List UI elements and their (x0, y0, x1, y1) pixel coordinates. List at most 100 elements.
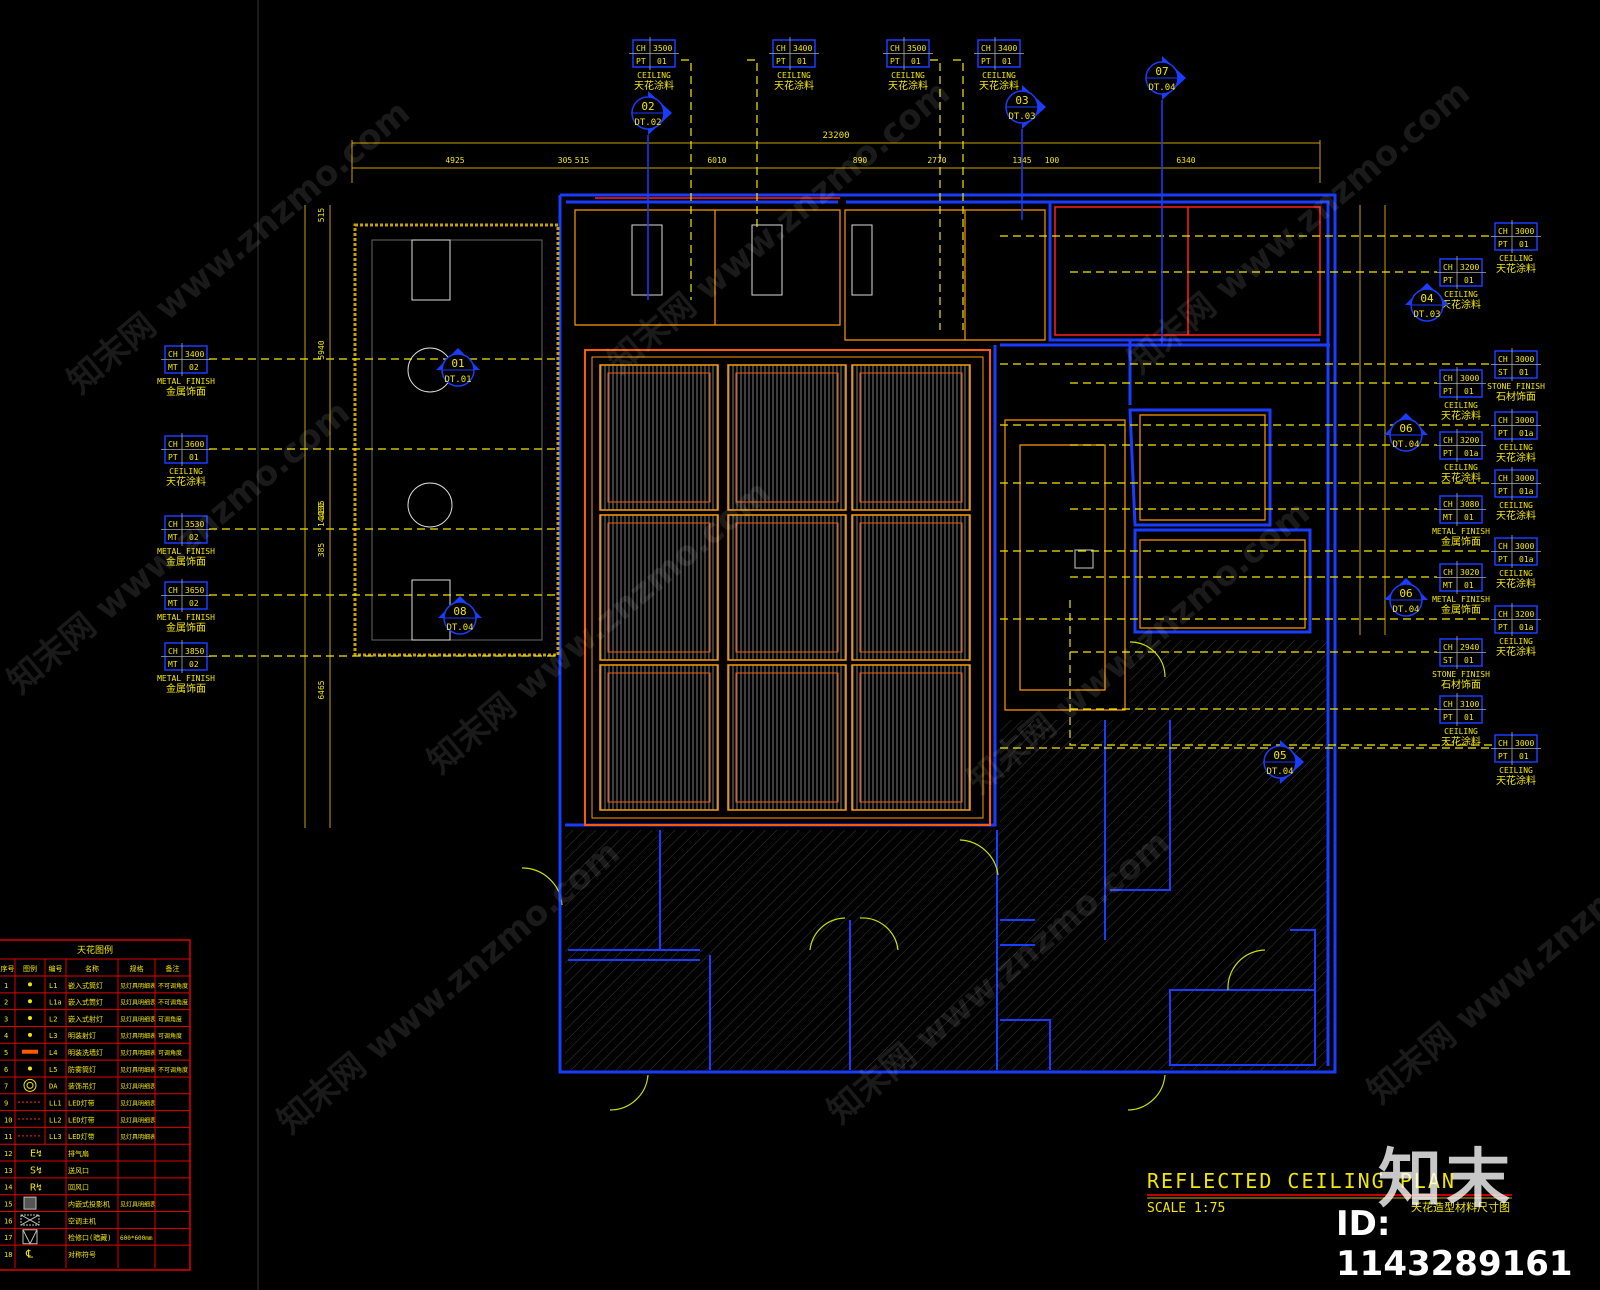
legend-note: 不可调角度 (158, 1066, 188, 1074)
dimension-text: 6340 (1176, 156, 1195, 165)
material-number: 01 (911, 57, 921, 66)
section-number: 06 (1399, 587, 1412, 600)
legend-number: 7 (4, 1083, 8, 1091)
finish-label-cn: 石材饰面 (1496, 390, 1536, 403)
section-marker: 07 DT.04 (1145, 56, 1186, 100)
legend-number: 14 (4, 1184, 12, 1192)
material-number: 01 (1464, 656, 1474, 665)
ceiling-height: 3850 (185, 647, 204, 656)
ceiling-legend-table: 天花图例序号 图例 编号 名称 规格 备注1 L1 嵌入式筒灯 见灯具明细表 不可调角度2 L1a 嵌… (0, 939, 191, 1271)
legend-row: 9 LL1 LED灯带 见灯具明细表 (0, 1093, 190, 1108)
tag-code-label: CH (1498, 355, 1508, 364)
downlight-icon (28, 1032, 32, 1037)
ceiling-tag: CH 3000 ST 01 STONE FINISH石材饰面 (1487, 348, 1545, 403)
tag-code-label: CH (636, 44, 646, 53)
symmetry-icon: ℄ (25, 1248, 33, 1261)
legend-spec: 见灯具明细表 (120, 982, 156, 990)
legend-number: 18 (4, 1251, 12, 1259)
ceiling-tag: CH 3000 PT 01a CEILING天花涂料 (1491, 535, 1541, 590)
material-number: 01 (1464, 276, 1474, 285)
ceiling-panel (599, 664, 719, 811)
legend-number: 6 (4, 1066, 8, 1074)
finish-label-en: STONE FINISH (1432, 670, 1490, 679)
ceiling-height: 3200 (1460, 263, 1479, 272)
material-code: PT (1443, 449, 1453, 458)
finish-label-en: METAL FINISH (157, 674, 215, 683)
air-vent-icon: E↯ (30, 1149, 42, 1160)
dimension-text: 5940 (317, 340, 326, 359)
finish-label-cn: 天花涂料 (1441, 471, 1481, 484)
finish-label-en: METAL FINISH (157, 613, 215, 622)
ceiling-panel (851, 514, 971, 661)
legend-row: 5 L4 明装洗墙灯 见灯具明细表 可调角度 (0, 1042, 190, 1057)
dimension-text: 100 (1045, 156, 1060, 165)
material-number: 01 (1464, 713, 1474, 722)
legend-number: 9 (4, 1100, 8, 1108)
material-code: PT (1498, 487, 1508, 496)
material-number: 01a (1519, 555, 1534, 564)
material-code: PT (981, 57, 991, 66)
tag-code-label: CH (1498, 227, 1508, 236)
ceiling-height: 3000 (1515, 739, 1534, 748)
material-code: PT (890, 57, 900, 66)
material-code: PT (1498, 429, 1508, 438)
legend-name: 内嵌式投影机 (68, 1199, 110, 1208)
tag-code-label: CH (1443, 436, 1453, 445)
legend-name: 空调主机 (68, 1216, 96, 1225)
section-number: 02 (641, 100, 654, 113)
finish-label-en: METAL FINISH (1432, 595, 1490, 604)
tag-code-label: CH (1498, 474, 1508, 483)
legend-row: 1 L1 嵌入式筒灯 见灯具明细表 不可调角度 (0, 975, 190, 990)
legend-row: 2 L1a 嵌入式筒灯 见灯具明细表 不可调角度 (0, 992, 190, 1007)
ceiling-tag: CH 3200 PT 01a CEILING天花涂料 (1491, 603, 1541, 658)
detail-sheet: DT.04 (1392, 605, 1419, 615)
ceiling-tag: CH 3000 PT 01 CEILING天花涂料 (1491, 732, 1541, 787)
material-number: 01a (1464, 449, 1479, 458)
ceiling-tag: CH 3020 MT 01 METAL FINISH金属饰面 (1432, 561, 1490, 616)
legend-number: 11 (4, 1133, 12, 1141)
material-code: MT (168, 363, 178, 372)
material-code: PT (1498, 555, 1508, 564)
ceiling-height: 3400 (998, 44, 1017, 53)
legend-spec: 见灯具明细表 (120, 1200, 156, 1208)
section-number: 05 (1273, 749, 1286, 762)
legend-row: 14 R↯ 回风口 (0, 1177, 190, 1193)
ceiling-tag: CH 3400 PT 01 CEILING天花涂料 (769, 37, 819, 92)
legend-row: 11 LL3 LED灯带 见灯具明细表 (0, 1126, 190, 1141)
material-code: MT (168, 599, 178, 608)
legend-name: 检修口(暗藏) (68, 1233, 111, 1242)
detail-sheet: DT.04 (446, 623, 473, 633)
ceiling-panel (851, 664, 971, 811)
section-marker: 02 DT.02 (631, 91, 672, 135)
legend-spec: 见灯具明细表 (120, 1100, 156, 1108)
legend-header: 序号 (1, 964, 15, 973)
legend-header: 编号 (49, 964, 63, 973)
finish-label-en: CEILING (169, 467, 203, 476)
downlight-icon (28, 999, 32, 1004)
legend-spec: 见灯具明细表 (120, 1066, 156, 1074)
legend-name: LED灯带 (68, 1099, 95, 1108)
tag-code-label: CH (168, 586, 178, 595)
legend-code: L2 (49, 1015, 57, 1023)
ceiling-height: 3000 (1460, 374, 1479, 383)
ceiling-tag: CH 3600 PT 01 CEILING天花涂料 (161, 433, 211, 488)
material-code: ST (1498, 368, 1508, 377)
finish-label-cn: 天花涂料 (1441, 735, 1481, 748)
dimension-text: 515 (317, 208, 326, 223)
section-number: 01 (451, 357, 464, 370)
legend-header: 图例 (23, 964, 37, 973)
section-number: 07 (1155, 65, 1168, 78)
dimension-text: 2770 (927, 156, 946, 165)
section-number: 08 (453, 605, 466, 618)
legend-code: L1a (49, 999, 62, 1007)
legend-code: DA (49, 1083, 58, 1091)
legend-spec: 见灯具明细表 (120, 999, 156, 1007)
ceiling-panel (727, 664, 847, 811)
detail-sheet: DT.04 (1148, 83, 1175, 93)
ceiling-height: 3400 (185, 350, 204, 359)
ceiling-height: 3500 (907, 44, 926, 53)
legend-name: 排气扇 (68, 1149, 89, 1158)
access-panel-icon (22, 1229, 38, 1245)
finish-label-en: CEILING (777, 71, 811, 80)
downlight-icon (28, 1066, 32, 1071)
